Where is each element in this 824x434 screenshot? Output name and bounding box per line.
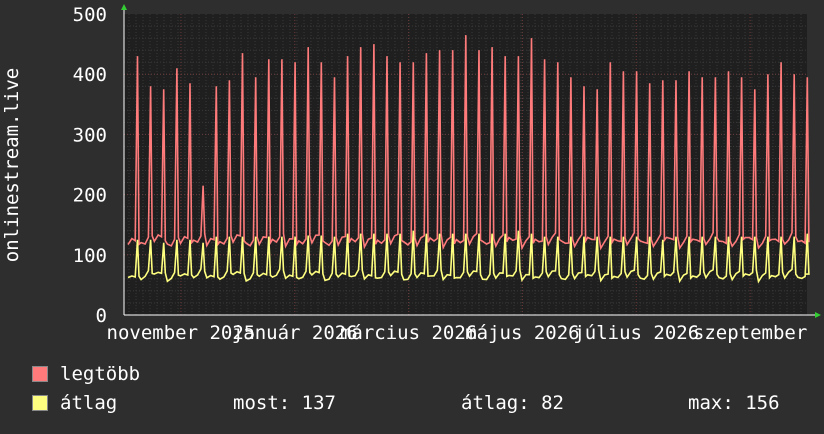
y-tick-label: 300	[73, 124, 107, 146]
legend-swatch-max	[32, 366, 48, 382]
y-tick-label: 100	[73, 245, 107, 267]
stat-current: most: 137	[233, 392, 336, 414]
y-tick-label: 200	[73, 185, 107, 207]
y-tick-label: 500	[73, 4, 107, 26]
y-axis-arrow	[121, 4, 127, 10]
stat-max: max: 156	[688, 392, 780, 414]
x-axis-arrow	[815, 312, 821, 318]
x-tick-label: május 2026	[465, 322, 579, 344]
y-axis-title: onlinestream.live	[1, 68, 23, 262]
x-tick-label: március 2026	[340, 322, 477, 344]
stat-average: átlag: 82	[461, 392, 564, 414]
legend-swatch-avg	[32, 395, 48, 411]
y-tick-label: 400	[73, 64, 107, 86]
x-tick-label: július 2026	[573, 322, 699, 344]
legend-item-avg: átlag most: 137 átlag: 82 max: 156	[32, 393, 822, 413]
legend-label-avg: átlag	[60, 392, 118, 414]
legend-label-max: legtöbb	[60, 363, 141, 385]
x-tick-label: január 2026	[232, 322, 358, 344]
x-tick-label: szeptember	[693, 322, 807, 344]
y-tick-label: 0	[96, 305, 107, 327]
